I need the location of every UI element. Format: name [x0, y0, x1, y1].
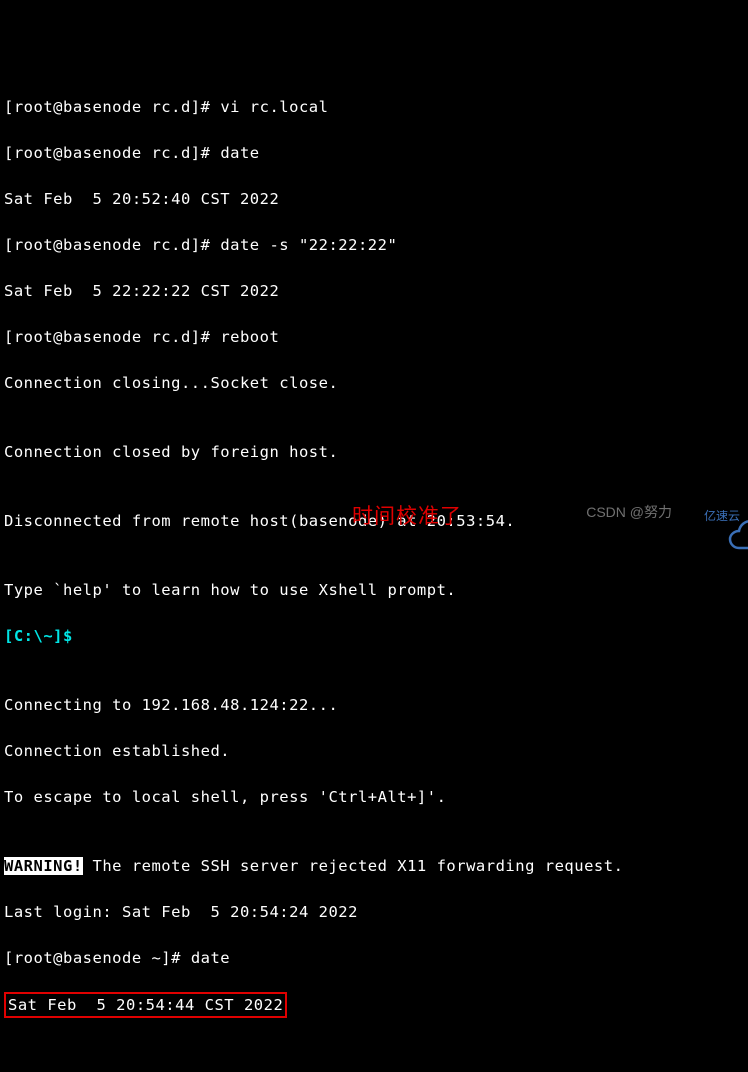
- command-text: date: [191, 949, 230, 967]
- terminal-output: Sat Feb 5 20:52:40 CST 2022: [4, 188, 744, 211]
- terminal-output: Sat Feb 5 22:22:22 CST 2022: [4, 280, 744, 303]
- warning-text: The remote SSH server rejected X11 forwa…: [83, 857, 624, 875]
- annotation-text: 时间校准了: [352, 505, 462, 528]
- command-text: date: [220, 144, 259, 162]
- terminal-output: Connection closed by foreign host.: [4, 441, 744, 464]
- xshell-cursor: [73, 627, 83, 645]
- brand-text: 亿速云: [704, 505, 740, 528]
- warning-line: WARNING! The remote SSH server rejected …: [4, 855, 744, 878]
- terminal-line: [root@basenode ~]# date: [4, 947, 744, 970]
- warning-label: WARNING!: [4, 857, 83, 875]
- terminal-output: Connection closing...Socket close.: [4, 372, 744, 395]
- terminal-line: [root@basenode rc.d]# date: [4, 142, 744, 165]
- shell-prompt: [root@basenode ~]#: [4, 949, 191, 967]
- watermark-area: CSDN @努力 亿速云: [586, 496, 740, 528]
- highlighted-output: Sat Feb 5 20:54:44 CST 2022: [4, 993, 744, 1018]
- terminal-output: To escape to local shell, press 'Ctrl+Al…: [4, 786, 744, 809]
- terminal-output: Connecting to 192.168.48.124:22...: [4, 694, 744, 717]
- csdn-watermark: CSDN @努力: [586, 501, 672, 524]
- terminal-output: Type `help' to learn how to use Xshell p…: [4, 579, 744, 602]
- terminal-line: [root@basenode rc.d]# vi rc.local: [4, 96, 744, 119]
- shell-prompt: [root@basenode rc.d]#: [4, 236, 220, 254]
- command-text: vi rc.local: [220, 98, 328, 116]
- xshell-prompt: [C:\~]$: [4, 627, 73, 645]
- shell-prompt: [root@basenode rc.d]#: [4, 328, 220, 346]
- last-login-line: Last login: Sat Feb 5 20:54:24 2022: [4, 901, 744, 924]
- cloud-logo-icon: 亿速云: [680, 496, 740, 528]
- terminal-line: [root@basenode rc.d]# date -s "22:22:22": [4, 234, 744, 257]
- shell-prompt: [root@basenode rc.d]#: [4, 144, 220, 162]
- shell-prompt: [root@basenode rc.d]#: [4, 98, 220, 116]
- date-output-highlight: Sat Feb 5 20:54:44 CST 2022: [4, 992, 287, 1018]
- xshell-prompt-line[interactable]: [C:\~]$: [4, 625, 744, 648]
- command-text: reboot: [220, 328, 279, 346]
- terminal-line: [root@basenode rc.d]# reboot: [4, 326, 744, 349]
- command-text: date -s "22:22:22": [220, 236, 397, 254]
- terminal-output: Connection established.: [4, 740, 744, 763]
